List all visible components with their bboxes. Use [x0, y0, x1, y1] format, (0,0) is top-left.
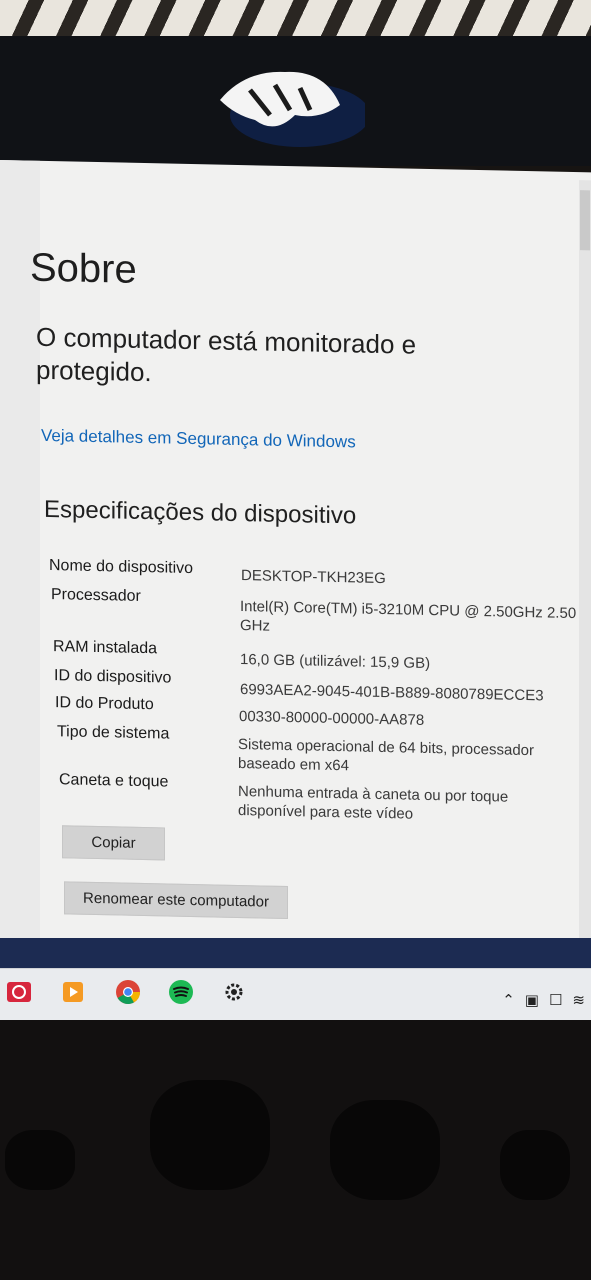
scrollbar-thumb[interactable]: [580, 190, 590, 251]
desk-object: [5, 1130, 75, 1190]
rename-pc-button[interactable]: Renomear este computador: [64, 881, 288, 920]
hand-logo-icon: [220, 71, 365, 147]
spec-value-device-id: 6993AEA2-9045-401B-B889-8080789ECCE3: [240, 681, 544, 705]
spec-label-system-type: Tipo de sistema: [57, 723, 170, 743]
chevron-up-icon[interactable]: ⌃: [502, 991, 515, 1009]
spec-value-pen-touch: Nenhuma entrada à caneta ou por toque di…: [238, 782, 509, 823]
system-tray: ⌃ ▣ ☐ ≋: [502, 991, 585, 1009]
settings-gear-icon[interactable]: [221, 979, 247, 1005]
spec-label-device-name: Nome do dispositivo: [49, 557, 194, 578]
spec-value-device-name: DESKTOP-TKH23EG: [241, 567, 386, 588]
scrollbar[interactable]: [579, 180, 591, 951]
spec-label-pen-touch: Caneta e toque: [59, 771, 169, 791]
spec-label-processor: Processador: [51, 586, 141, 605]
spec-value-system-type: Sistema operacional de 64 bits, processa…: [238, 735, 535, 775]
copy-button[interactable]: Copiar: [62, 825, 165, 861]
desk-surface: [0, 1020, 591, 1280]
spotify-icon[interactable]: [168, 979, 194, 1005]
chrome-icon[interactable]: [115, 979, 141, 1005]
app-icon[interactable]: [6, 979, 32, 1005]
desk-object: [150, 1080, 270, 1190]
network-icon[interactable]: ☐: [549, 991, 562, 1009]
background-frame: [0, 0, 591, 40]
spec-label-device-id: ID do dispositivo: [54, 667, 172, 687]
spec-value-processor: Intel(R) Core(TM) i5-3210M CPU @ 2.50GHz…: [240, 598, 577, 635]
spec-label-product-id: ID do Produto: [55, 694, 154, 714]
spec-value-ram: 16,0 GB (utilizável: 15,9 GB): [240, 651, 431, 673]
display-icon[interactable]: ▣: [525, 991, 539, 1009]
desk-object: [500, 1130, 570, 1200]
media-player-icon[interactable]: [60, 979, 86, 1005]
spec-label-ram: RAM instalada: [53, 638, 158, 658]
settings-window: Sobre O computador está monitorado e pro…: [0, 160, 591, 963]
page-title: Sobre: [30, 245, 137, 292]
spec-value-product-id: 00330-80000-00000-AA878: [239, 708, 425, 729]
protection-status: O computador está monitorado e protegido…: [36, 321, 417, 388]
device-specs-heading: Especificações do dispositivo: [44, 495, 357, 530]
windows-security-link[interactable]: Veja detalhes em Segurança do Windows: [41, 426, 356, 453]
taskbar: ⌃ ▣ ☐ ≋: [0, 968, 591, 1020]
desk-object: [330, 1100, 440, 1200]
wifi-icon[interactable]: ≋: [572, 991, 585, 1009]
